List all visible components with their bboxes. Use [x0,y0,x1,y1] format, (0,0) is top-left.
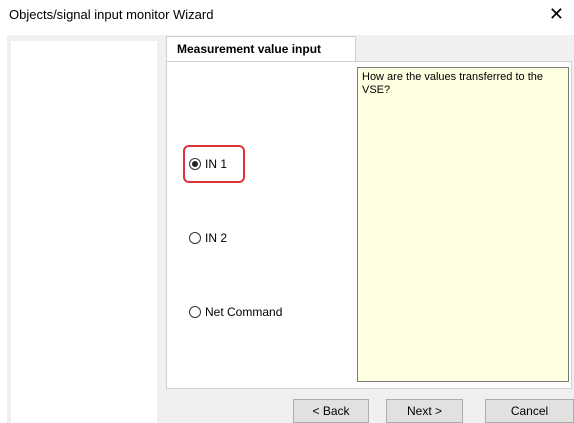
radio-label-in2: IN 2 [205,231,228,245]
tab-measurement-value-input[interactable]: Measurement value input [166,36,356,62]
cancel-button[interactable]: Cancel [485,399,574,423]
radio-label-net-command: Net Command [205,305,283,319]
tab-label: Measurement value input [177,42,322,56]
next-button[interactable]: Next > [386,399,463,423]
help-box: How are the values transferred to the VS… [357,67,569,382]
close-icon[interactable]: ✕ [549,4,564,24]
title-bar: Objects/signal input monitor Wizard ✕ [0,0,574,30]
highlight-box [183,145,245,183]
radio-net-command[interactable]: Net Command [189,305,282,319]
radio-circle-net-command[interactable] [189,306,201,318]
radio-in2[interactable]: IN 2 [189,231,227,245]
window-title: Objects/signal input monitor Wizard [9,7,214,22]
left-pane [11,41,157,423]
help-text: How are the values transferred to the VS… [362,71,543,96]
radio-circle-in2[interactable] [189,232,201,244]
back-button[interactable]: < Back [293,399,369,423]
